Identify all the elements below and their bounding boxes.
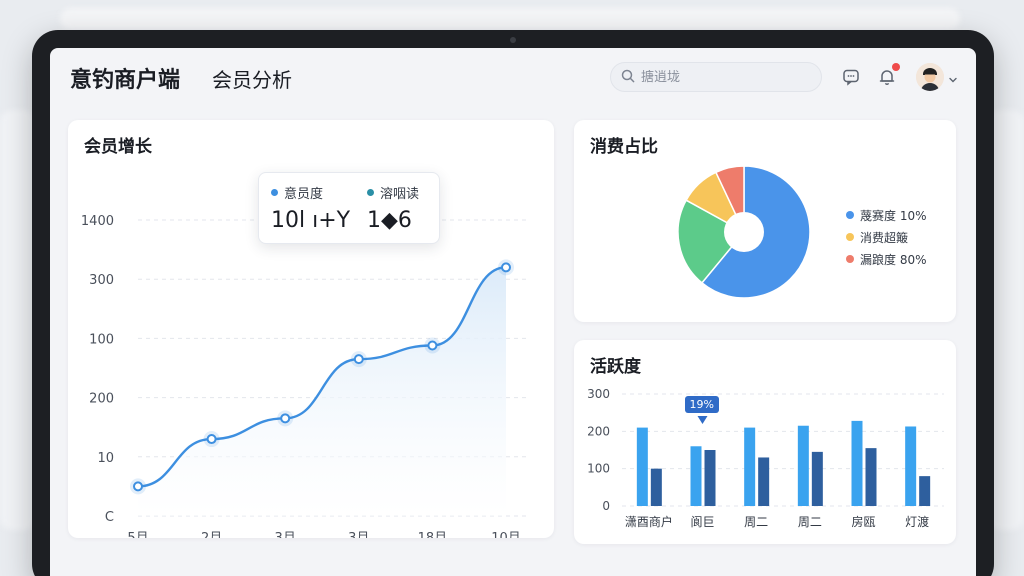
growth-ytick-label: 10: [97, 451, 114, 466]
growth-xtick-label: 5月: [127, 531, 148, 538]
growth-ytick-label: 100: [89, 332, 114, 347]
growth-point: [206, 434, 217, 445]
pie-legend: 蔑赛度 10% 消费超簸漏踉度 80%: [846, 204, 927, 270]
legend-dot: [846, 233, 854, 241]
member-growth-card: 会员增长 140030010020010C5月2月3月3月18月10月 意员度 …: [68, 120, 554, 538]
growth-ytick-label: 200: [89, 392, 114, 407]
activity-bar: [758, 457, 770, 506]
search-box[interactable]: [610, 62, 822, 92]
bar-ytick-label: 100: [587, 462, 610, 476]
activity-bar: [851, 420, 863, 506]
activity-bar: [797, 425, 809, 506]
growth-point: [280, 413, 291, 424]
legend-dot: [846, 211, 854, 219]
tooltip-b-label: 溶咽读: [380, 187, 420, 202]
bar-ytick-label: 300: [587, 387, 610, 401]
growth-xtick-label: 3月: [275, 531, 296, 538]
backdrop-left: [0, 110, 36, 530]
notification-bell-icon[interactable]: [876, 63, 900, 88]
activity-bar: [744, 427, 756, 506]
tablet-frame: 意钓商户端 会员分析 会员增长: [32, 30, 994, 576]
growth-area-fill: [138, 267, 506, 516]
growth-ytick-label: 300: [89, 273, 114, 288]
activity-bar: [690, 446, 702, 506]
chevron-down-icon[interactable]: [948, 70, 958, 89]
bar-category-label: 周二: [744, 515, 768, 529]
series-b-dot: [367, 189, 374, 196]
app-header: 意钓商户端 会员分析: [50, 48, 976, 106]
activity-bar: [865, 448, 877, 506]
tooltip-a-label: 意员度: [284, 187, 324, 202]
activity-bar: [704, 450, 716, 506]
bar-ytick-label: 200: [587, 424, 610, 438]
activity-bar: [811, 451, 823, 506]
bar-category-label: 周二: [798, 515, 822, 529]
growth-point: [427, 340, 438, 351]
growth-point: [353, 354, 364, 365]
activity-bar: [636, 427, 648, 506]
legend-item: 漏踉度 80%: [846, 248, 927, 270]
legend-item: 消费超簸: [846, 226, 927, 248]
series-a-dot: [271, 189, 278, 196]
growth-xtick-label: 2月: [201, 531, 222, 538]
brand-title: 意钓商户端: [70, 68, 181, 93]
legend-label: 消费超簸: [860, 230, 909, 245]
message-icon[interactable]: [840, 66, 862, 88]
user-avatar[interactable]: [916, 63, 944, 91]
growth-xtick-label: 18月: [418, 531, 448, 538]
bar-annotation-tag: 19%: [684, 396, 719, 413]
growth-point: [501, 262, 511, 273]
tooltip-series-a: 意员度 10l ı+Y: [271, 183, 350, 233]
bar-category-label: 房瓯: [851, 514, 875, 529]
tooltip-a-value: 10l ı+Y: [271, 208, 351, 233]
growth-ytick-label: 1400: [81, 214, 114, 229]
legend-label: 漏踉度 80%: [860, 252, 927, 267]
app-screen: 意钓商户端 会员分析 会员增长: [50, 48, 976, 576]
activity-bar: [650, 468, 662, 506]
growth-xtick-label: 10月: [491, 531, 521, 538]
activity-bar: [919, 476, 931, 506]
notification-badge: [892, 63, 900, 71]
search-icon: [621, 68, 635, 87]
backdrop-top: [60, 8, 960, 30]
bar-category-label: 阆巨: [690, 514, 714, 529]
growth-tooltip: 意员度 10l ı+Y 溶咽读 1◆6: [258, 172, 440, 244]
legend-item: 蔑赛度 10%: [846, 204, 927, 226]
growth-ytick-label: C: [105, 510, 114, 525]
growth-point: [133, 481, 143, 492]
activity-card: 活跃度 300 200 100 0 潇酉商户 阆巨 周二 周二 房瓯 灯渡 19%: [574, 340, 956, 544]
tooltip-b-value: 1◆6: [367, 208, 412, 233]
search-input[interactable]: [641, 69, 811, 85]
bar-annotation-arrow: [697, 416, 708, 424]
pie-hole: [724, 212, 764, 252]
growth-xtick-label: 3月: [348, 531, 369, 538]
legend-label: 蔑赛度 10%: [860, 208, 927, 223]
consumption-share-card: 消费占比 蔑赛度 10% 消费超簸 漏踉度 80%: [574, 120, 956, 322]
activity-bar: [905, 426, 917, 506]
bar-category-label: 潇酉商户: [625, 514, 673, 529]
bar-ytick-label: 0: [602, 499, 610, 513]
legend-dot: [846, 255, 854, 263]
tooltip-series-b: 溶咽读 1◆6: [367, 183, 419, 233]
page-title: 会员分析: [212, 68, 292, 92]
camera-dot: [510, 37, 516, 43]
bar-category-label: 灯渡: [905, 514, 929, 529]
activity-bar-chart: 300 200 100 0 潇酉商户 阆巨 周二 周二 房瓯 灯渡: [587, 387, 944, 529]
